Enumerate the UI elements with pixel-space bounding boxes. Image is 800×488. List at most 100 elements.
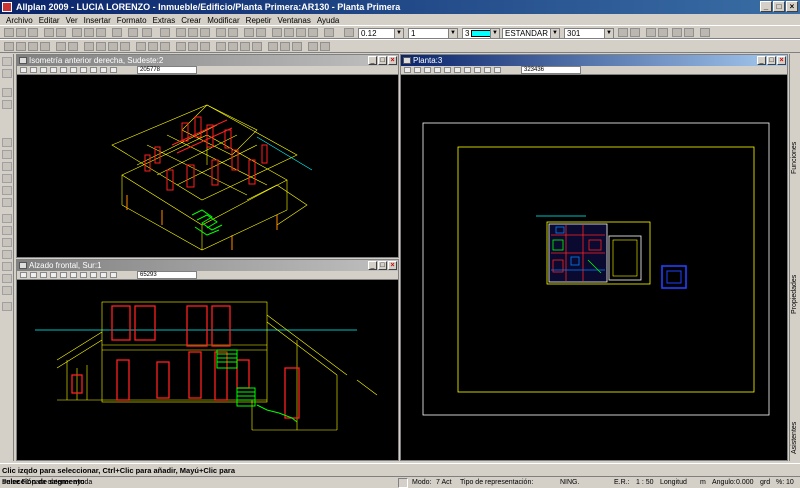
- viewport-scale-field[interactable]: 205778: [137, 66, 197, 74]
- hidden-line-icon[interactable]: [100, 272, 107, 278]
- zoom-icon[interactable]: [216, 28, 226, 37]
- previous-view-icon[interactable]: [70, 67, 77, 73]
- view-icon[interactable]: [256, 28, 266, 37]
- view-3d-icon[interactable]: [90, 272, 97, 278]
- pencil-icon[interactable]: [2, 88, 12, 97]
- edit-arc-icon[interactable]: [2, 162, 12, 171]
- room-icon[interactable]: [176, 42, 186, 51]
- menu-ver[interactable]: Ver: [63, 15, 81, 26]
- extend-icon[interactable]: [280, 42, 290, 51]
- split-icon[interactable]: [2, 262, 12, 271]
- render-icon[interactable]: [110, 67, 117, 73]
- tab-asistentes[interactable]: Asistentes: [790, 379, 800, 459]
- next-view-icon[interactable]: [80, 272, 87, 278]
- redraw-icon[interactable]: [228, 28, 238, 37]
- next-view-icon[interactable]: [80, 67, 87, 73]
- viewport-maximize-button[interactable]: □: [378, 56, 387, 65]
- pen-icon[interactable]: [344, 28, 354, 37]
- menu-formato[interactable]: Formato: [114, 15, 150, 26]
- pan-view-icon[interactable]: [60, 67, 67, 73]
- maximize-button[interactable]: □: [773, 1, 785, 12]
- zoom-out-icon[interactable]: [414, 67, 421, 73]
- properties-icon[interactable]: [320, 42, 330, 51]
- pan-icon[interactable]: [2, 69, 12, 78]
- stair-icon[interactable]: [160, 42, 170, 51]
- slab-icon[interactable]: [136, 42, 146, 51]
- join-icon[interactable]: [2, 250, 12, 259]
- eraser-icon[interactable]: [2, 100, 12, 109]
- next-view-icon[interactable]: [464, 67, 471, 73]
- menu-crear[interactable]: Crear: [178, 15, 204, 26]
- modify-icon[interactable]: [2, 214, 12, 223]
- menu-extras[interactable]: Extras: [150, 15, 179, 26]
- elevation-drawing-canvas[interactable]: [17, 280, 398, 460]
- cut-icon[interactable]: [72, 28, 82, 37]
- copy-icon[interactable]: [84, 28, 94, 37]
- hatch-icon[interactable]: [188, 42, 198, 51]
- new-file-icon[interactable]: [4, 28, 14, 37]
- preview-icon[interactable]: [56, 28, 66, 37]
- open-file-icon[interactable]: [16, 28, 26, 37]
- mode-value[interactable]: 7 Act: [436, 478, 452, 488]
- percent-value[interactable]: 10: [786, 478, 794, 488]
- mirror-icon[interactable]: [252, 42, 262, 51]
- column-icon[interactable]: [120, 42, 130, 51]
- pointer-icon[interactable]: [2, 57, 12, 66]
- menu-archivo[interactable]: Archivo: [3, 15, 36, 26]
- viewport-minimize-button[interactable]: _: [368, 56, 377, 65]
- text-icon[interactable]: [56, 42, 66, 51]
- save-icon[interactable]: [28, 28, 38, 37]
- zoom-out-icon[interactable]: [30, 67, 37, 73]
- line-icon[interactable]: [4, 42, 14, 51]
- edit-point-icon[interactable]: [2, 150, 12, 159]
- help-icon[interactable]: [160, 28, 170, 37]
- hidden-line-icon[interactable]: [100, 67, 107, 73]
- grid-icon[interactable]: [188, 28, 198, 37]
- rotate-icon[interactable]: [240, 42, 250, 51]
- view-3d-icon[interactable]: [90, 67, 97, 73]
- line-type-select[interactable]: 1 ▼: [408, 28, 458, 39]
- door-icon[interactable]: [96, 42, 106, 51]
- pan-view-icon[interactable]: [60, 272, 67, 278]
- viewport-maximize-button[interactable]: □: [378, 261, 387, 270]
- zoom-in-icon[interactable]: [404, 67, 411, 73]
- zoom-window-icon[interactable]: [40, 67, 47, 73]
- layer-select[interactable]: ESTANDAR ▼: [502, 28, 560, 39]
- length-unit[interactable]: m: [700, 478, 706, 488]
- redo-icon[interactable]: [142, 28, 152, 37]
- snap-icon[interactable]: [176, 28, 186, 37]
- viewport-minimize-button[interactable]: _: [757, 56, 766, 65]
- representation-value[interactable]: NING.: [560, 478, 579, 488]
- circle-icon[interactable]: [40, 42, 50, 51]
- minimize-button[interactable]: _: [760, 1, 772, 12]
- menu-ventanas[interactable]: Ventanas: [274, 15, 313, 26]
- close-button[interactable]: ×: [786, 1, 798, 12]
- window-icon[interactable]: [108, 42, 118, 51]
- draw-order-icon[interactable]: [672, 28, 682, 37]
- scale-icon[interactable]: [2, 238, 12, 247]
- measure-icon[interactable]: [308, 42, 318, 51]
- tab-propiedades[interactable]: Propiedades: [790, 229, 800, 319]
- fill-icon[interactable]: [200, 42, 210, 51]
- previous-view-icon[interactable]: [454, 67, 461, 73]
- edit-curve-icon[interactable]: [2, 174, 12, 183]
- section-icon[interactable]: [272, 28, 282, 37]
- menu-repetir[interactable]: Repetir: [243, 15, 275, 26]
- menu-modificar[interactable]: Modificar: [204, 15, 242, 26]
- fileset-icon[interactable]: [296, 28, 306, 37]
- viewport-close-button[interactable]: ×: [388, 261, 397, 270]
- pan-view-icon[interactable]: [444, 67, 451, 73]
- zoom-in-icon[interactable]: [20, 67, 27, 73]
- move-icon[interactable]: [216, 42, 226, 51]
- offset-icon[interactable]: [292, 42, 302, 51]
- layer-on-icon[interactable]: [658, 28, 668, 37]
- viewport-scale-field[interactable]: 323436: [521, 66, 581, 74]
- layer-icon[interactable]: [200, 28, 210, 37]
- zoom-out-icon[interactable]: [30, 272, 37, 278]
- stretch-icon[interactable]: [2, 226, 12, 235]
- rectangle-icon[interactable]: [28, 42, 38, 51]
- viewport-maximize-button[interactable]: □: [767, 56, 776, 65]
- view-3d-icon[interactable]: [474, 67, 481, 73]
- hidden-line-icon[interactable]: [484, 67, 491, 73]
- zoom-all-icon[interactable]: [434, 67, 441, 73]
